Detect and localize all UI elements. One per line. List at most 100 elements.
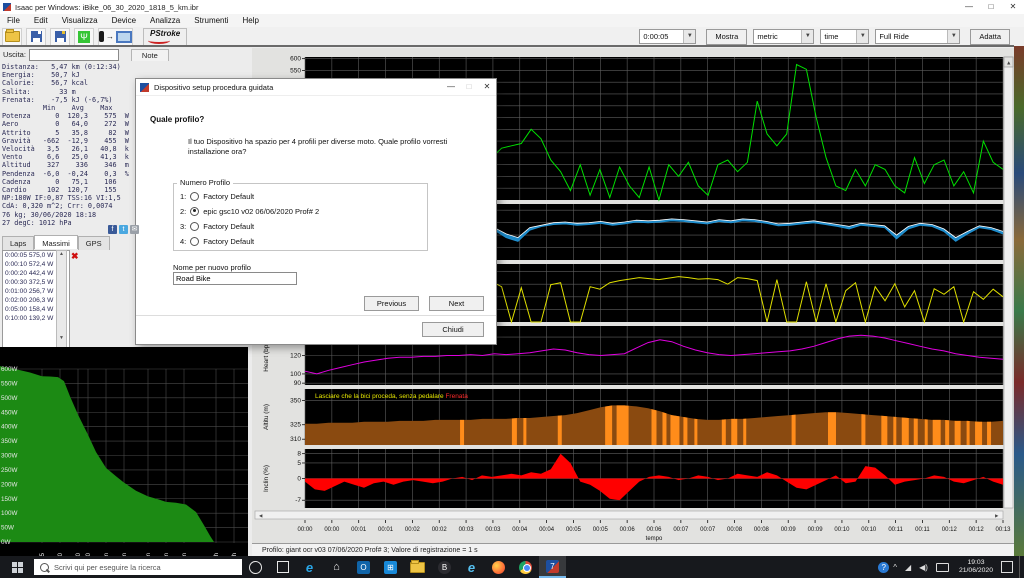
maximize-button[interactable]: □ bbox=[980, 0, 1002, 13]
delete-massimi-button[interactable]: ✖ bbox=[71, 251, 82, 262]
file-explorer-icon bbox=[410, 562, 425, 573]
power-duration-chart-svg[interactable]: 0W50W100W150W200W250W300W350W400W450W500… bbox=[0, 347, 248, 556]
dialog-title-bar[interactable]: Dispositivo setup procedura guidata — □ … bbox=[136, 79, 496, 96]
bing-button[interactable]: B bbox=[431, 556, 458, 578]
menu-item-edit[interactable]: Edit bbox=[27, 16, 55, 25]
outlook-button[interactable]: O bbox=[350, 556, 377, 578]
home-button[interactable]: ⌂ bbox=[323, 556, 350, 578]
svg-text:Lasciare che la bici proceda,: Lasciare che la bici proceda, senza peda… bbox=[315, 393, 468, 400]
svg-text:00:03: 00:03 bbox=[459, 527, 475, 533]
svg-text:00:02: 00:02 bbox=[432, 527, 448, 533]
radio-icon[interactable] bbox=[190, 207, 199, 216]
stats-line: Min Avg Max bbox=[2, 104, 132, 112]
tab-gps[interactable]: GPS bbox=[78, 236, 110, 250]
svg-text:tempo: tempo bbox=[646, 536, 663, 542]
units-select[interactable]: metric▼ bbox=[753, 29, 814, 44]
range-select[interactable]: Full Ride▼ bbox=[875, 29, 960, 44]
internet-explorer-button[interactable]: e bbox=[458, 556, 485, 578]
chiudi-button[interactable]: Chiudi bbox=[422, 322, 484, 337]
minimize-button[interactable]: — bbox=[958, 0, 980, 13]
mail-icon[interactable]: ✉ bbox=[130, 225, 139, 234]
close-button[interactable]: ✕ bbox=[1002, 0, 1024, 13]
show-desktop-button[interactable] bbox=[1019, 556, 1024, 578]
previous-button[interactable]: Previous bbox=[364, 296, 419, 311]
screen: Isaac per Windows: iBike_06_30_2020_1818… bbox=[0, 0, 1024, 578]
svg-text:250W: 250W bbox=[1, 467, 18, 474]
keyboard-icon[interactable] bbox=[936, 563, 949, 572]
pstroke-button[interactable]: PStroke bbox=[143, 28, 187, 46]
stats-line: Gravità -662 -12,9 455 W bbox=[2, 137, 132, 145]
svg-text:Altitu (m): Altitu (m) bbox=[263, 404, 270, 430]
open-button[interactable] bbox=[2, 28, 22, 46]
adatta-button[interactable]: Adatta bbox=[970, 29, 1010, 45]
facebook-icon[interactable]: f bbox=[108, 225, 117, 234]
profile-option-2[interactable]: 2:epic gsc10 v02 06/06/2020 Prof# 2 bbox=[180, 206, 319, 216]
stats-line: Salita: 33 m bbox=[2, 88, 132, 96]
next-button[interactable]: Next bbox=[429, 296, 484, 311]
stats-line: Cardio 102 120,7 155 bbox=[2, 186, 132, 194]
profile-name-input[interactable] bbox=[173, 272, 297, 285]
save-icon bbox=[31, 31, 42, 42]
menu-item-help[interactable]: Help bbox=[236, 16, 266, 25]
menu-item-file[interactable]: File bbox=[0, 16, 27, 25]
dialog-body-text: Il tuo Dispositivo ha spazio per 4 profi… bbox=[188, 137, 480, 157]
radio-icon[interactable] bbox=[190, 237, 199, 246]
stats-line: Pendenza -6,0 -0,24 0,3 % bbox=[2, 170, 132, 178]
chrome-button[interactable] bbox=[512, 556, 539, 578]
stats-line: Aero 0 64,0 272 W bbox=[2, 120, 132, 128]
save-button[interactable] bbox=[26, 28, 46, 46]
radio-icon[interactable] bbox=[190, 222, 199, 231]
tab-massimi[interactable]: Massimi bbox=[34, 235, 78, 249]
profile-name-label: Nome per nuovo profilo bbox=[173, 263, 251, 272]
volume-icon[interactable]: ◀) bbox=[919, 563, 928, 572]
edge-icon: e bbox=[306, 560, 313, 575]
file-explorer-button[interactable] bbox=[404, 556, 431, 578]
svg-text:00:09: 00:09 bbox=[781, 527, 797, 533]
note-tab[interactable]: Note bbox=[131, 49, 169, 61]
uscita-input[interactable] bbox=[29, 49, 119, 61]
start-button[interactable] bbox=[0, 556, 34, 578]
dialog-maximize-button: □ bbox=[460, 79, 478, 95]
tab-laps[interactable]: Laps bbox=[2, 236, 34, 250]
profile-option-4[interactable]: 4:Factory Default bbox=[180, 236, 254, 246]
svg-text:350W: 350W bbox=[1, 438, 18, 445]
hidden-icons-chevron[interactable]: ^ bbox=[893, 563, 897, 572]
windows-taskbar: Scrivi qui per eseguire la ricerca e ⌂ O… bbox=[0, 556, 1024, 578]
xaxis-select[interactable]: time▼ bbox=[820, 29, 869, 44]
isaac-taskbar-button[interactable]: 7 bbox=[539, 556, 566, 578]
network-icon[interactable]: ◢ bbox=[905, 563, 911, 572]
menu-item-analizza[interactable]: Analizza bbox=[143, 16, 187, 25]
stats-line: 76 kg; 30/06/2020 18:18 bbox=[2, 211, 132, 219]
edge-button[interactable]: e bbox=[296, 556, 323, 578]
menu-item-visualizza[interactable]: Visualizza bbox=[55, 16, 105, 25]
interval-select[interactable]: 0:00:05▼ bbox=[639, 29, 696, 44]
taskbar-clock[interactable]: 19:03 21/06/2020 bbox=[959, 559, 993, 575]
profile-option-3[interactable]: 3:Factory Default bbox=[180, 221, 254, 231]
profile-option-1[interactable]: 1:Factory Default bbox=[180, 191, 254, 201]
store-button[interactable]: ⊞ bbox=[377, 556, 404, 578]
menu-item-device[interactable]: Device bbox=[105, 16, 143, 25]
firefox-button[interactable] bbox=[485, 556, 512, 578]
task-view-button[interactable] bbox=[269, 556, 296, 578]
help-bubble-icon[interactable]: ? bbox=[878, 562, 889, 573]
svg-text:00:11: 00:11 bbox=[888, 527, 903, 533]
usb-device-button[interactable]: Ψ bbox=[74, 28, 94, 46]
taskbar-search-input[interactable]: Scrivi qui per eseguire la ricerca bbox=[34, 559, 242, 575]
download-ride-button[interactable]: → bbox=[98, 28, 133, 46]
search-icon bbox=[40, 563, 49, 572]
cortana-button[interactable] bbox=[242, 556, 269, 578]
radio-icon[interactable] bbox=[190, 192, 199, 201]
action-center-icon[interactable] bbox=[1001, 561, 1013, 573]
svg-text:600: 600 bbox=[290, 56, 301, 63]
dialog-icon bbox=[140, 83, 149, 92]
twitter-icon[interactable]: t bbox=[119, 225, 128, 234]
mostra-button[interactable]: Mostra bbox=[706, 29, 747, 45]
bing-icon: B bbox=[438, 561, 451, 574]
stats-line: Calorie: 56,7 kcal bbox=[2, 79, 132, 87]
massimi-scrollbar[interactable]: ▲▼ bbox=[56, 250, 67, 348]
save-as-button[interactable] bbox=[50, 28, 70, 46]
menu-item-strumenti[interactable]: Strumenti bbox=[187, 16, 235, 25]
dialog-minimize-button[interactable]: — bbox=[442, 79, 460, 95]
svg-text:350: 350 bbox=[290, 398, 301, 405]
dialog-close-icon[interactable]: ✕ bbox=[478, 79, 496, 95]
